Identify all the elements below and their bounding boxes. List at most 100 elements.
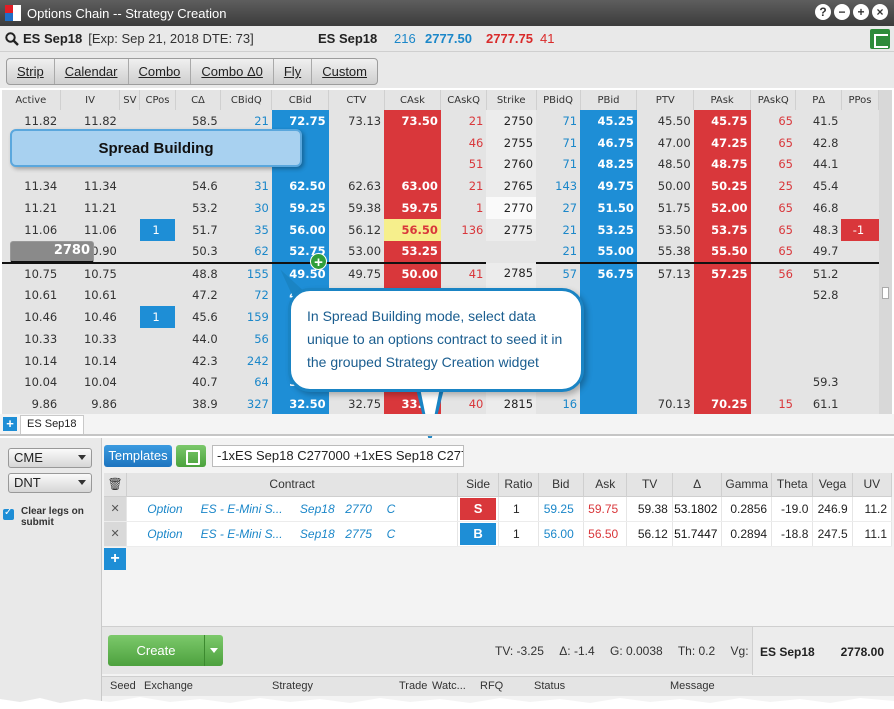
create-button[interactable]: Create bbox=[108, 635, 204, 666]
cell-cask[interactable]: 73.50 bbox=[384, 110, 441, 132]
cell-sv[interactable] bbox=[119, 327, 140, 350]
cell-cbidq[interactable]: 56 bbox=[220, 327, 272, 350]
cell-cbidq[interactable]: 327 bbox=[220, 393, 272, 414]
tab-calendar[interactable]: Calendar bbox=[55, 59, 129, 84]
cell-cpos[interactable] bbox=[139, 327, 176, 350]
cell-caskq[interactable]: 1 bbox=[440, 197, 487, 219]
cell-iv[interactable]: 11.21 bbox=[60, 197, 120, 219]
cell-p-[interactable]: 41.5 bbox=[795, 110, 842, 132]
cell-cpos[interactable] bbox=[139, 197, 176, 219]
cell-ptv[interactable]: 45.50 bbox=[636, 110, 694, 132]
cell-pask[interactable]: 50.25 bbox=[693, 175, 751, 198]
col-p-[interactable]: PΔ bbox=[795, 90, 842, 110]
tab-combo-delta-zero[interactable]: Combo Δ0 bbox=[191, 59, 274, 84]
cell-active[interactable]: 11.34 bbox=[2, 175, 61, 198]
col-ratio[interactable]: Ratio bbox=[498, 473, 539, 497]
tab-custom[interactable]: Custom bbox=[312, 59, 377, 84]
cell-ptv[interactable] bbox=[636, 371, 694, 394]
strategy-input[interactable]: -1xES Sep18 C277000 +1xES Sep18 C27750 bbox=[212, 445, 464, 467]
cell-active[interactable]: 10.75 bbox=[2, 262, 61, 285]
col-cask[interactable]: CAsk bbox=[384, 90, 442, 110]
cell-pask[interactable]: 52.00 bbox=[693, 197, 751, 219]
cell-ppos[interactable] bbox=[841, 110, 879, 132]
cell-c-[interactable]: 42.3 bbox=[175, 349, 221, 372]
cell-strike[interactable]: 2750 bbox=[486, 110, 537, 132]
cell-ptv[interactable] bbox=[636, 306, 694, 328]
cell-pbidq[interactable]: 71 bbox=[536, 131, 581, 154]
col-ptv[interactable]: PTV bbox=[636, 90, 695, 110]
col-theta[interactable]: Theta bbox=[771, 473, 814, 497]
cell-paskq[interactable]: 65 bbox=[750, 240, 796, 264]
cell-p-[interactable]: 44.1 bbox=[795, 153, 842, 176]
cell-active[interactable]: 10.46 bbox=[2, 306, 61, 328]
cell-caskq[interactable] bbox=[440, 240, 487, 264]
cell-ctv[interactable]: 56.12 bbox=[328, 218, 385, 241]
minimize-icon[interactable]: − bbox=[834, 4, 850, 20]
cell-cpos[interactable] bbox=[139, 240, 176, 264]
cell-sv[interactable] bbox=[119, 197, 140, 219]
cell-caskq[interactable]: 41 bbox=[440, 262, 487, 285]
chain-row[interactable]: 11.21 11.21 53.2 30 59.25 59.38 59.75 1 2770 27 51… bbox=[2, 197, 879, 219]
cell-sv[interactable] bbox=[119, 284, 140, 307]
remove-leg-button[interactable]: ✕ bbox=[104, 496, 128, 522]
cell-caskq[interactable]: 46 bbox=[440, 131, 487, 154]
add-tab-button[interactable]: + bbox=[3, 417, 17, 431]
col-pbidq[interactable]: PBidQ bbox=[536, 90, 581, 110]
cell-cbidq[interactable]: 155 bbox=[220, 262, 272, 285]
cell-p-[interactable] bbox=[795, 327, 842, 350]
col-paskq[interactable]: PAskQ bbox=[750, 90, 797, 110]
cell-sv[interactable] bbox=[119, 393, 140, 414]
cell-ptv[interactable]: 57.13 bbox=[636, 262, 694, 285]
col-exchange[interactable]: Exchange bbox=[144, 680, 193, 692]
cell-ptv[interactable] bbox=[636, 327, 694, 350]
cell-cpos[interactable] bbox=[139, 284, 176, 307]
cell-pbidq[interactable]: 21 bbox=[536, 218, 581, 241]
cell-sv[interactable] bbox=[119, 371, 140, 394]
cell-ppos[interactable] bbox=[841, 393, 879, 414]
cell-pask[interactable]: 70.25 bbox=[693, 393, 751, 414]
cell-strike[interactable]: 2770 bbox=[486, 197, 537, 219]
cell-sv[interactable] bbox=[119, 349, 140, 372]
cell-pbid[interactable] bbox=[580, 327, 637, 350]
cell-iv[interactable]: 9.86 bbox=[60, 393, 120, 414]
cell-c-[interactable]: 48.8 bbox=[175, 262, 221, 285]
cell-p-[interactable]: 48.3 bbox=[795, 218, 842, 241]
tab-fly[interactable]: Fly bbox=[274, 59, 313, 84]
col-contract[interactable]: Contract bbox=[126, 473, 458, 497]
cell-caskq[interactable]: 136 bbox=[440, 218, 487, 241]
tab-es-sep18[interactable]: ES Sep18 bbox=[20, 415, 84, 434]
cell-p-[interactable]: 61.1 bbox=[795, 393, 842, 414]
col-ask[interactable]: Ask bbox=[583, 473, 628, 497]
cell-cpos[interactable] bbox=[139, 349, 176, 372]
cell-sv[interactable] bbox=[119, 306, 140, 328]
cell-pbidq[interactable]: 16 bbox=[536, 393, 581, 414]
cell-pask[interactable] bbox=[693, 306, 751, 328]
cell-ppos[interactable]: -1 bbox=[841, 218, 879, 241]
cell-paskq[interactable]: 56 bbox=[750, 262, 796, 285]
add-leg-button[interactable]: + bbox=[104, 548, 126, 570]
cell-ctv[interactable]: 59.38 bbox=[328, 197, 385, 219]
cell-pbid[interactable]: 45.25 bbox=[580, 110, 637, 132]
cell-cbidq[interactable]: 35 bbox=[220, 218, 272, 241]
cell-cbidq[interactable]: 159 bbox=[220, 306, 272, 328]
cell-pask[interactable] bbox=[693, 371, 751, 394]
cell-pask[interactable]: 57.25 bbox=[693, 262, 751, 285]
col-bid[interactable]: Bid bbox=[538, 473, 585, 497]
cell-sv[interactable] bbox=[119, 262, 140, 285]
cell-iv[interactable]: 10.33 bbox=[60, 327, 120, 350]
cell-ctv[interactable]: 62.63 bbox=[328, 175, 385, 198]
cell-paskq[interactable]: 65 bbox=[750, 218, 796, 241]
cell-ptv[interactable]: 50.00 bbox=[636, 175, 694, 198]
cell-strike[interactable]: 2815 bbox=[486, 393, 537, 414]
cell-cpos[interactable] bbox=[139, 371, 176, 394]
leg-side[interactable]: B bbox=[457, 521, 500, 547]
cell-pask[interactable] bbox=[693, 349, 751, 372]
cell-pask[interactable]: 55.50 bbox=[693, 240, 751, 264]
cell-pbidq[interactable]: 71 bbox=[536, 110, 581, 132]
cell-cask[interactable]: 59.75 bbox=[384, 197, 441, 219]
cell-strike[interactable]: 2775 bbox=[486, 218, 537, 241]
col-cpos[interactable]: CPos bbox=[139, 90, 176, 110]
leg-contract[interactable]: Option ES - E-Mini S... Sep18 2775 C bbox=[126, 521, 458, 547]
help-icon[interactable]: ? bbox=[815, 4, 831, 20]
cell-paskq[interactable]: 65 bbox=[750, 110, 796, 132]
